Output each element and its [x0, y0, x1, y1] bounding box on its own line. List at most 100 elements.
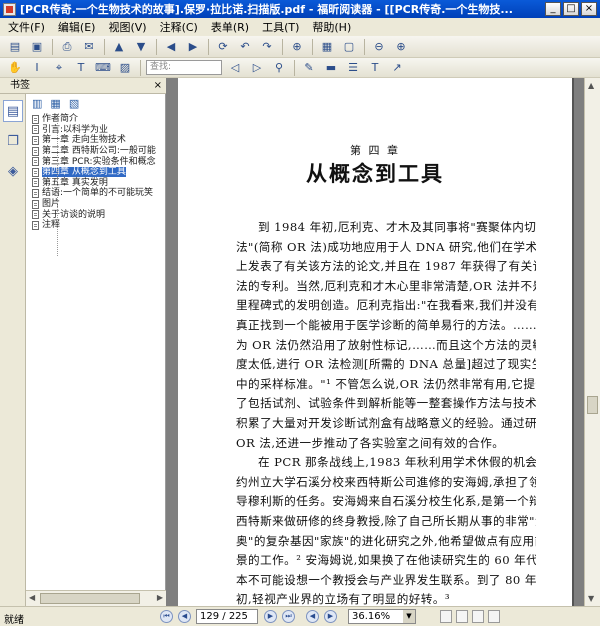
scroll-up-icon[interactable]: ▲: [110, 39, 128, 55]
bookmark-item[interactable]: 第一章 走向生物技术: [26, 135, 165, 146]
scroll-right-icon[interactable]: ▶: [157, 593, 163, 602]
text-line: 法的专利。当然,厄利克和才木心里非常清楚,OR 法并不是: [236, 278, 536, 293]
status-bar: 就绪 ⏮ ◀ 129 / 225 ▶ ⏭ ◀ ▶ 36.16% ▼: [0, 606, 600, 626]
next-page-icon[interactable]: ▶: [264, 610, 277, 623]
snapshot-icon[interactable]: ⌖: [50, 60, 68, 76]
zoom-out-button[interactable]: ⊖: [370, 39, 388, 55]
add-bookmark-icon[interactable]: ▦: [50, 97, 60, 110]
continuous-facing-view-icon[interactable]: [488, 610, 500, 623]
bookmarks-tab-icon[interactable]: ▤: [3, 100, 23, 122]
rotate-icon[interactable]: ⟳: [214, 39, 232, 55]
bookmark-item[interactable]: 第五章 真实发明: [26, 178, 165, 189]
text-line: 西特斯来做研修的终身教授,除了自己所长期从事的非常"深: [236, 514, 536, 528]
image-icon[interactable]: ▨: [116, 60, 134, 76]
find-next-icon[interactable]: ▷: [248, 60, 266, 76]
search-icon[interactable]: ⚲: [270, 60, 288, 76]
actual-size-icon[interactable]: ▢: [340, 39, 358, 55]
delete-bookmark-icon[interactable]: ▥: [32, 97, 42, 110]
pages-tab-icon[interactable]: ❐: [3, 130, 23, 152]
maximize-button[interactable]: □: [563, 2, 579, 16]
text-comment-icon[interactable]: T: [366, 60, 384, 76]
facing-view-icon[interactable]: [472, 610, 484, 623]
menu-file[interactable]: 文件(F): [8, 19, 45, 35]
scroll-left-icon[interactable]: ◀: [29, 593, 35, 602]
open-icon[interactable]: ▤: [6, 39, 24, 55]
text-line: OR 法,还进一步推动了各实验室之间有效的合作。: [236, 435, 505, 450]
text-line: 真正找到一个能被用于医学诊断的简单易行的方法。……因: [236, 318, 536, 332]
dropdown-arrow-icon[interactable]: ▼: [403, 610, 415, 623]
scroll-down-icon[interactable]: ▼: [132, 39, 150, 55]
forward-icon[interactable]: ▶: [184, 39, 202, 55]
bookmark-doc-icon: [32, 135, 39, 145]
menu-help[interactable]: 帮助(H): [312, 19, 351, 35]
bookmark-item[interactable]: 关于访谈的说明: [26, 209, 165, 220]
text-line: 在 PCR 那条战线上,1983 年秋利用学术休假的机会从纽: [258, 455, 536, 470]
text-line: 到 1984 年初,厄利克、才木及其同事将"赛聚体内切酶: [258, 220, 536, 234]
menu-form[interactable]: 表单(R): [211, 19, 249, 35]
bookmark-doc-icon: [32, 220, 39, 230]
zoom-in-button[interactable]: ⊕: [392, 39, 410, 55]
print-icon[interactable]: ⎙: [58, 39, 76, 55]
page-fit-icon[interactable]: ▦: [318, 39, 336, 55]
bookmark-doc-icon: [32, 114, 39, 124]
undo-icon[interactable]: ↶: [236, 39, 254, 55]
bookmark-item-selected[interactable]: 第四章 从概念到工具: [26, 167, 165, 178]
bookmark-item[interactable]: 图片: [26, 199, 165, 210]
layers-tab-icon[interactable]: ◈: [3, 160, 23, 182]
note-icon[interactable]: ✎: [300, 60, 318, 76]
scrollbar-thumb[interactable]: [40, 593, 140, 604]
prev-page-icon[interactable]: ◀: [178, 610, 191, 623]
select-text-icon[interactable]: I: [28, 60, 46, 76]
save-icon[interactable]: ▣: [28, 39, 46, 55]
bookmark-item[interactable]: 第二章 西特斯公司:一般可能: [26, 146, 165, 157]
menu-edit[interactable]: 编辑(E): [58, 19, 96, 35]
next-view-icon[interactable]: ▶: [324, 610, 337, 623]
text-line: 导穆利斯的任务。安海姆来自石溪分校生化系,是第一个辩: [236, 494, 536, 509]
prev-view-icon[interactable]: ◀: [306, 610, 319, 623]
single-page-view-icon[interactable]: [440, 610, 452, 623]
typewriter-icon[interactable]: ⌨: [94, 60, 112, 76]
text-icon[interactable]: T: [72, 60, 90, 76]
hand-icon[interactable]: ✋: [6, 60, 24, 76]
pdf-page: 第 四 章 从概念到工具 到 1984 年初,厄利克、才木及其同事将"赛聚体内切…: [178, 78, 572, 606]
menu-tools[interactable]: 工具(T): [262, 19, 299, 35]
toolbar-separator: [156, 38, 157, 55]
zoom-in-icon[interactable]: ⊕: [288, 39, 306, 55]
find-prev-icon[interactable]: ◁: [226, 60, 244, 76]
page-number-field[interactable]: 129 / 225: [196, 609, 258, 624]
email-icon[interactable]: ✉: [80, 39, 98, 55]
zoom-select[interactable]: 36.16% ▼: [348, 609, 416, 624]
bookmark-doc-icon: [32, 146, 39, 156]
menu-comment[interactable]: 注释(C): [160, 19, 198, 35]
back-icon[interactable]: ◀: [162, 39, 180, 55]
expand-bookmark-icon[interactable]: ▧: [69, 97, 79, 110]
bookmark-item[interactable]: 第三章 PCR:实验条件和概念: [26, 156, 165, 167]
redo-icon[interactable]: ↷: [258, 39, 276, 55]
close-button[interactable]: ×: [581, 2, 597, 16]
menu-view[interactable]: 视图(V): [108, 19, 146, 35]
sidebar-header: 书签 ×: [0, 78, 166, 94]
arrow-icon[interactable]: ↗: [388, 60, 406, 76]
bookmark-item[interactable]: 引言:以科学为业: [26, 125, 165, 136]
bookmark-item[interactable]: 注释: [26, 220, 165, 231]
search-input[interactable]: 查找:: [146, 60, 222, 75]
toolbar-separator: [294, 59, 295, 76]
callout-icon[interactable]: ☰: [344, 60, 362, 76]
sidebar-close-button[interactable]: ×: [154, 78, 162, 93]
bookmark-item[interactable]: 结语:一个简单的不可能玩笑: [26, 188, 165, 199]
scroll-down-arrow-icon[interactable]: ▼: [588, 594, 594, 603]
continuous-view-icon[interactable]: [456, 610, 468, 623]
tools-toolbar: ✋ I ⌖ T ⌨ ▨ 查找: ◁ ▷ ⚲ ✎ ▬ ☰ T ↗: [0, 58, 600, 78]
document-view[interactable]: 第 四 章 从概念到工具 到 1984 年初,厄利克、才木及其同事将"赛聚体内切…: [166, 78, 584, 606]
minimize-button[interactable]: _: [545, 2, 561, 16]
last-page-icon[interactable]: ⏭: [282, 610, 295, 623]
scrollbar-thumb[interactable]: [587, 396, 598, 414]
window-title: [PCR传奇.一个生物技术的故事].保罗·拉比诺.扫描版.pdf - 福昕阅读器…: [20, 3, 513, 16]
highlight-icon[interactable]: ▬: [322, 60, 340, 76]
document-vertical-scrollbar[interactable]: ▲ ▼: [584, 78, 600, 606]
scroll-up-arrow-icon[interactable]: ▲: [588, 81, 594, 90]
first-page-icon[interactable]: ⏮: [160, 610, 173, 623]
bookmark-item[interactable]: 作者简介: [26, 114, 165, 125]
text-line: 了包括试剂、试验条件到解析能等一整套操作方法与技术,: [236, 396, 536, 411]
sidebar-horizontal-scrollbar[interactable]: ◀ ▶: [26, 590, 166, 606]
